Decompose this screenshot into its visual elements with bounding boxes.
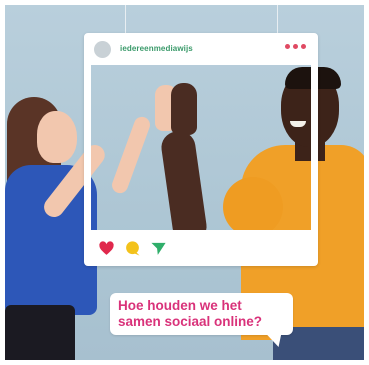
post-actions (84, 230, 318, 266)
comment-icon (126, 241, 140, 256)
girl-face (37, 111, 77, 163)
post-handle: iedereenmediawijs (120, 44, 193, 53)
bubble-line-1: Hoe houden we het (118, 298, 242, 313)
dot (293, 44, 298, 49)
dot (301, 44, 306, 49)
send-icon (151, 242, 166, 255)
dot (285, 44, 290, 49)
heart-icon (99, 241, 114, 255)
post-header: iedereenmediawijs (84, 33, 318, 65)
girl-skirt (5, 305, 75, 360)
bubble-line-2: samen sociaal online? (118, 314, 263, 329)
speech-bubble: Hoe houden we het samen sociaal online? (110, 293, 293, 335)
more-dots-icon (285, 44, 306, 49)
avatar (94, 41, 111, 58)
